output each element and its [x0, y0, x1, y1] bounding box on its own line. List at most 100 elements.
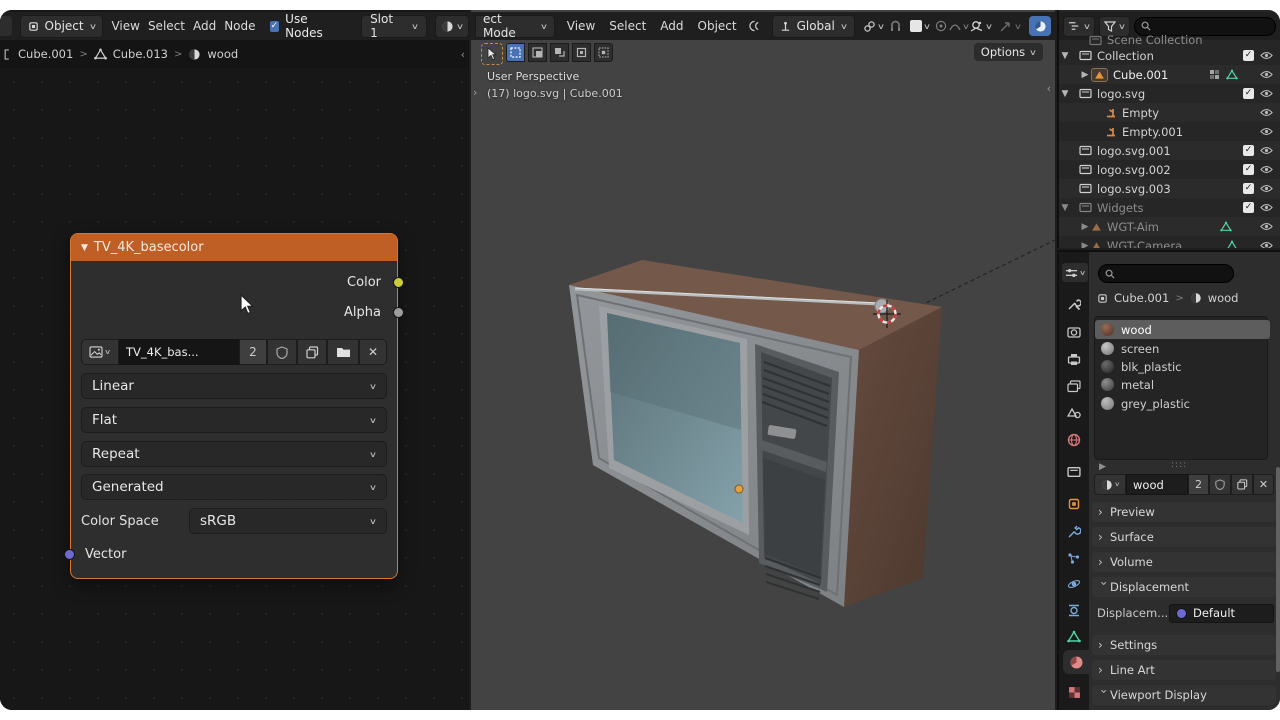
expand-icon[interactable]: ▼ [1059, 89, 1071, 99]
vector-input-socket[interactable] [64, 549, 75, 560]
scrollbar[interactable] [1276, 467, 1280, 672]
collapse-sidebar-icon[interactable]: ‹ [1047, 82, 1051, 95]
use-nodes-checkbox[interactable]: ✓ Use Nodes [270, 12, 342, 40]
outliner-row-wgt-camera[interactable]: ▶ WGT-Camera [1059, 236, 1280, 248]
panel-preview[interactable]: ›Preview [1092, 502, 1276, 522]
exclude-checkbox[interactable]: ✓ [1243, 183, 1254, 194]
image-browse-button[interactable]: ∨ [435, 15, 469, 38]
panel-volume[interactable]: ›Volume [1092, 552, 1276, 572]
eye-icon[interactable] [1260, 108, 1273, 117]
expand-icon[interactable]: ▼ [1059, 203, 1071, 213]
eye-icon[interactable] [1260, 146, 1273, 155]
slot-screen[interactable]: screen [1095, 339, 1270, 358]
eye-icon[interactable] [1260, 222, 1273, 231]
outliner-row-empty001[interactable]: Empty.001 [1059, 122, 1280, 141]
select-box-button[interactable] [506, 43, 525, 62]
fake-user-shield-button[interactable] [267, 339, 297, 365]
eye-icon[interactable] [1260, 241, 1273, 248]
users-count-button[interactable]: 2 [239, 339, 267, 365]
select-extend-button[interactable] [528, 43, 547, 62]
node-header[interactable]: ▼ TV_4K_basecolor [71, 234, 397, 261]
menu-select[interactable]: Select [148, 12, 185, 40]
proportional-editing-icon[interactable] [749, 19, 762, 33]
outliner-row-empty[interactable]: Empty [1059, 103, 1280, 122]
open-image-button[interactable] [327, 339, 359, 365]
new-material-button[interactable] [1231, 474, 1253, 495]
proportional-falloff-group[interactable]: ∨ ∨ [910, 20, 970, 32]
menu-object[interactable]: Object [698, 12, 737, 40]
tab-tool[interactable] [1061, 292, 1087, 316]
eye-icon[interactable] [1260, 184, 1273, 193]
grip-handle[interactable]: :::: [1171, 460, 1187, 470]
outliner-row-logosvg[interactable]: ▼ logo.svg ✓ [1059, 84, 1280, 103]
image-texture-node[interactable]: ▼ TV_4K_basecolor Color Alpha ∨ TV_4K_ba… [70, 233, 398, 579]
exclude-checkbox[interactable]: ✓ [1243, 88, 1254, 99]
outliner-row-logosvg003[interactable]: logo.svg.003 ✓ [1059, 179, 1280, 198]
crumb-mesh[interactable]: Cube.013 [113, 47, 168, 61]
tab-constraints[interactable] [1061, 598, 1087, 622]
menu-add[interactable]: Add [193, 12, 216, 40]
exclude-checkbox[interactable]: ✓ [1243, 164, 1254, 175]
tab-modifiers[interactable] [1061, 520, 1087, 544]
eye-icon[interactable] [1260, 165, 1273, 174]
collapse-node-icon[interactable]: ▼ [81, 243, 88, 253]
exclude-checkbox[interactable]: ✓ [1243, 50, 1254, 61]
menu-view[interactable]: View [567, 12, 595, 40]
options-dropdown[interactable]: Options ∨ [974, 43, 1043, 61]
outliner-row[interactable]: Scene Collection [1059, 34, 1280, 46]
projection-dropdown[interactable]: Flat∨ [81, 407, 387, 433]
mode-dropdown[interactable]: ect Mode ∨ [475, 15, 555, 38]
expand-icon[interactable]: ▶ [1079, 222, 1091, 232]
select-intersect-button[interactable] [594, 43, 613, 62]
tab-scene[interactable] [1061, 401, 1087, 425]
users-count-button[interactable]: 2 [1188, 474, 1209, 495]
expand-specials-icon[interactable]: ▶ [1099, 462, 1106, 472]
unlink-image-button[interactable]: ✕ [359, 339, 387, 365]
panel-displacement[interactable]: ›Displacement [1092, 577, 1276, 597]
exclude-checkbox[interactable]: ✓ [1243, 202, 1254, 213]
tab-particles[interactable] [1061, 546, 1087, 570]
tab-texture[interactable] [1061, 680, 1087, 704]
material-name-field[interactable]: wood [1126, 474, 1188, 495]
crumb-material[interactable]: wood [207, 47, 238, 61]
panel-settings[interactable]: ›Settings [1092, 635, 1276, 655]
menu-view[interactable]: View [111, 12, 139, 40]
gizmos-icon[interactable] [999, 20, 1013, 33]
outliner-row-wgt-aim[interactable]: ▶ WGT-Aim [1059, 217, 1280, 236]
slot-dropdown[interactable]: Slot 1 ∨ [361, 15, 427, 38]
new-image-button[interactable] [297, 339, 327, 365]
transform-orientation-dropdown[interactable]: Global ∨ [772, 15, 855, 38]
tab-world[interactable] [1061, 428, 1087, 452]
viewport-shading-material-button[interactable] [1029, 16, 1051, 36]
crumb-material[interactable]: wood [1208, 291, 1239, 305]
outliner-row-collection[interactable]: ▼ Collection ✓ [1059, 46, 1280, 65]
object-mode-dropdown[interactable]: Object ∨ [20, 15, 104, 38]
outliner-row-cube001[interactable]: ▶ Cube.001 [1059, 65, 1280, 84]
slot-blk-plastic[interactable]: blk_plastic [1095, 357, 1270, 376]
eye-icon[interactable] [1260, 51, 1273, 60]
eye-icon[interactable] [1260, 70, 1273, 79]
outliner-row-logosvg001[interactable]: logo.svg.001 ✓ [1059, 141, 1280, 160]
eye-icon[interactable] [1260, 203, 1273, 212]
fake-user-shield-button[interactable] [1209, 474, 1231, 495]
eye-icon[interactable] [1260, 127, 1273, 136]
menu-node[interactable]: Node [224, 12, 255, 40]
slot-wood[interactable]: wood [1095, 320, 1270, 339]
tab-render[interactable] [1061, 320, 1087, 344]
snapping-group[interactable]: ∨ [863, 20, 902, 33]
image-name-field[interactable]: TV_4K_bas... [119, 339, 239, 365]
tv-model[interactable] [471, 10, 1055, 710]
collapse-region-icon[interactable]: ‹ [461, 48, 465, 61]
properties-search-input[interactable] [1098, 264, 1234, 283]
tweak-tool-button[interactable] [481, 43, 503, 65]
color-output-socket[interactable] [393, 277, 404, 288]
eye-icon[interactable] [1260, 89, 1273, 98]
panel-line-art[interactable]: ›Line Art [1092, 660, 1276, 680]
interpolation-dropdown[interactable]: Linear∨ [81, 373, 387, 399]
crumb-object[interactable]: Cube.001 [1114, 291, 1169, 305]
color-space-dropdown[interactable]: sRGB∨ [189, 508, 387, 534]
displacement-dropdown[interactable]: Default [1169, 604, 1274, 623]
alpha-output-socket[interactable] [393, 307, 404, 318]
slot-metal[interactable]: metal [1095, 375, 1270, 394]
select-invert-button[interactable] [572, 43, 591, 62]
